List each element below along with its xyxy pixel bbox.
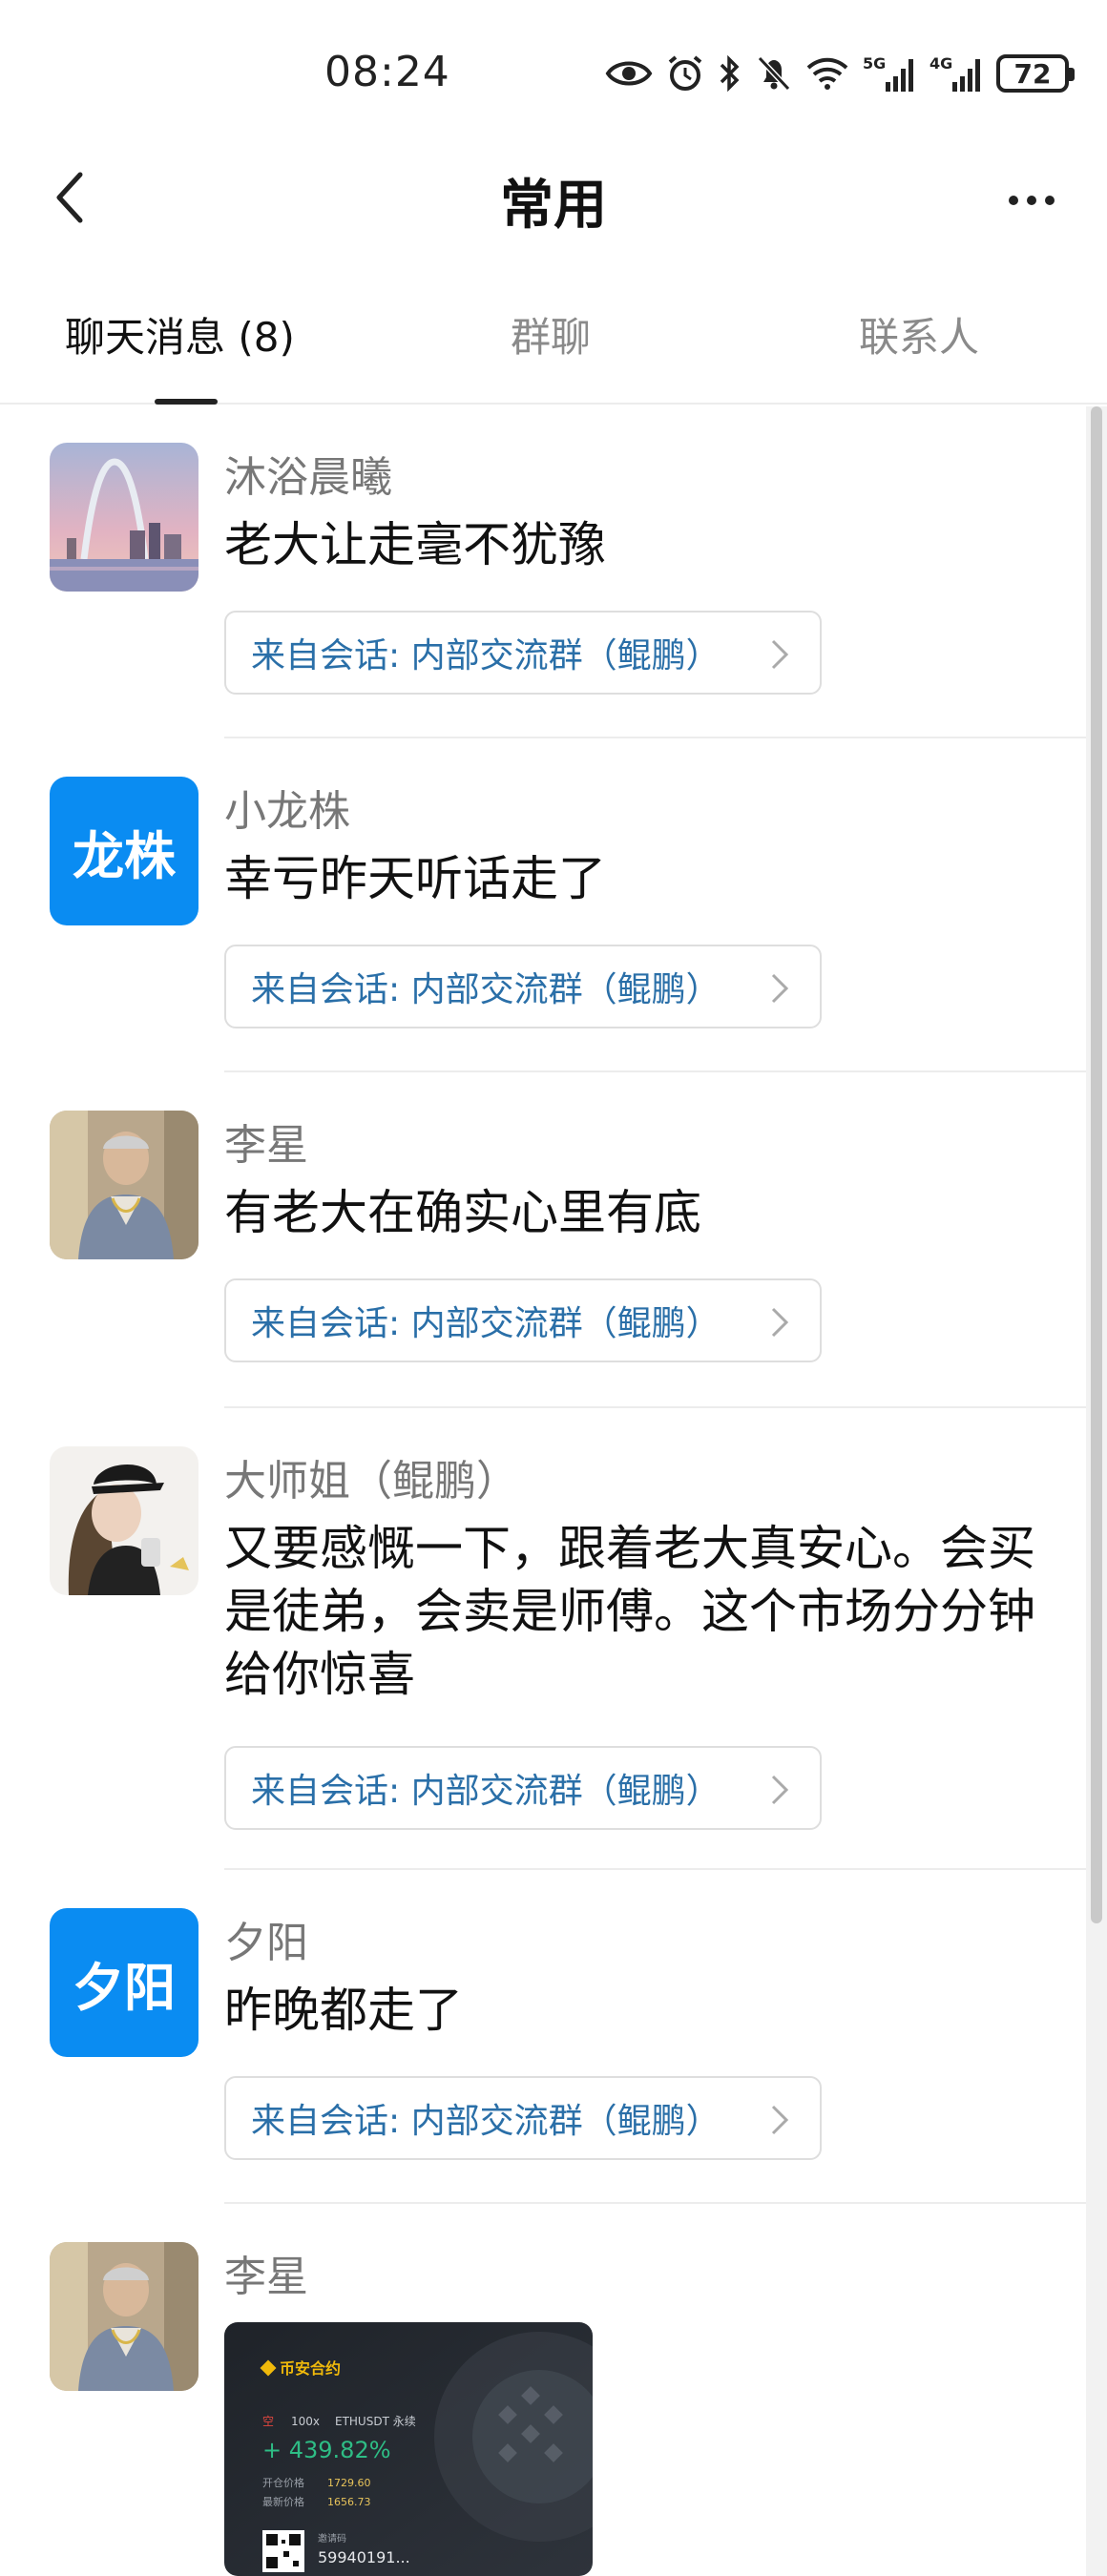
chevron-right-icon: [771, 2105, 789, 2135]
battery-level: 72: [1013, 57, 1052, 90]
active-tab-indicator: [155, 399, 218, 405]
tab-chat-messages[interactable]: 聊天消息 (8): [65, 305, 295, 364]
svg-text:4G: 4G: [929, 54, 952, 73]
mute-bell-icon: [757, 55, 791, 92]
svg-text:5G: 5G: [863, 54, 886, 73]
source-chip-label: 来自会话: 内部交流群（鲲鹏）: [251, 1772, 721, 1811]
eye-icon: [605, 61, 653, 86]
more-dot: [1045, 196, 1055, 205]
list-item[interactable]: 沐浴晨曦 老大让走毫不犹豫 来自会话: 内部交流群（鲲鹏）: [0, 406, 1086, 738]
more-dots-icon: [1009, 196, 1018, 205]
list-item[interactable]: 大师姐（鲲鹏） 又要感慨一下，跟着老大真安心。会买是徒弟，会卖是师傅。这个市场分…: [0, 1410, 1086, 1870]
sender-name: 李星: [224, 2253, 308, 2301]
card-pair: ETHUSDT 永续: [335, 2415, 416, 2428]
sender-name: 夕阳: [224, 1919, 308, 1967]
sender-name: 李星: [224, 1121, 308, 1170]
source-chip[interactable]: 来自会话: 内部交流群（鲲鹏）: [224, 945, 822, 1028]
avatar[interactable]: [50, 1446, 198, 1595]
message-text: 老大让走毫不犹豫: [224, 517, 606, 572]
source-chip-label: 来自会话: 内部交流群（鲲鹏）: [251, 636, 721, 675]
divider: [224, 1070, 1086, 1072]
card-last-price: 1656.73: [327, 2496, 371, 2508]
avatar[interactable]: [50, 1111, 198, 1259]
card-brand: 币安合约: [280, 2359, 341, 2378]
chevron-right-icon: [771, 1307, 789, 1338]
message-text: 昨晚都走了: [224, 1983, 463, 2038]
message-text: 有老大在确实心里有底: [224, 1185, 701, 1240]
tab-contacts[interactable]: 联系人: [859, 305, 979, 364]
source-chip-label: 来自会话: 内部交流群（鲲鹏）: [251, 1304, 721, 1343]
card-referral-code: 59940191...: [318, 2548, 410, 2566]
divider: [224, 737, 1086, 738]
tab-bar: 聊天消息 (8) 群聊 联系人: [0, 286, 1107, 405]
scrollbar-thumb[interactable]: [1091, 406, 1102, 1923]
chevron-right-icon: [771, 639, 789, 670]
page-title: 常用: [500, 175, 607, 237]
card-pnl: + 439.82%: [262, 2437, 391, 2463]
bluetooth-icon: [720, 54, 740, 93]
source-chip[interactable]: 来自会话: 内部交流群（鲲鹏）: [224, 1746, 822, 1830]
scrollbar[interactable]: [1086, 406, 1107, 2576]
card-last-label: 最新价格: [262, 2495, 304, 2508]
source-chip-label: 来自会话: 内部交流群（鲲鹏）: [251, 2102, 721, 2141]
message-text: 又要感慨一下，跟着老大真安心。会买是徒弟，会卖是师傅。这个市场分分钟给你惊喜: [224, 1521, 1035, 1702]
signal-5g-icon: 5G: [863, 54, 913, 92]
sender-name: 大师姐（鲲鹏）: [224, 1457, 518, 1506]
card-position-tag: 空: [262, 2415, 274, 2428]
card-entry-label: 开仓价格: [262, 2476, 304, 2489]
source-chip[interactable]: 来自会话: 内部交流群（鲲鹏）: [224, 611, 822, 695]
header: 常用: [0, 143, 1107, 258]
sender-name: 小龙株: [224, 787, 350, 836]
divider: [224, 1868, 1086, 1870]
card-leverage: 100x: [291, 2415, 320, 2428]
list-item[interactable]: 夕阳 夕阳 昨晚都走了 来自会话: 内部交流群（鲲鹏）: [0, 1872, 1086, 2204]
more-button[interactable]: [998, 172, 1065, 229]
source-chip[interactable]: 来自会话: 内部交流群（鲲鹏）: [224, 1278, 822, 1362]
battery-icon: 72: [996, 54, 1075, 93]
sender-name: 沐浴晨曦: [224, 453, 392, 502]
avatar[interactable]: [50, 2242, 198, 2391]
list-item[interactable]: 龙株 小龙株 幸亏昨天听话走了 来自会话: 内部交流群（鲲鹏）: [0, 740, 1086, 1072]
source-chip-label: 来自会话: 内部交流群（鲲鹏）: [251, 970, 721, 1009]
list-item[interactable]: 李星 有老大在确实心里有底 来自会话: 内部交流群（鲲鹏）: [0, 1074, 1086, 1408]
status-icons: 5G 4G 72: [605, 53, 1075, 93]
divider: [224, 1406, 1086, 1408]
card-entry-price: 1729.60: [327, 2477, 371, 2489]
avatar[interactable]: 夕阳: [50, 1908, 198, 2057]
avatar[interactable]: [50, 443, 198, 592]
chevron-right-icon: [771, 1775, 789, 1805]
message-text: 幸亏昨天听话走了: [224, 851, 606, 906]
chevron-right-icon: [771, 973, 789, 1004]
card-referral-label: 邀请码: [318, 2532, 346, 2545]
tab-group-chats[interactable]: 群聊: [511, 305, 591, 364]
wifi-icon: [806, 57, 848, 90]
status-time: 08:24: [324, 48, 450, 96]
trade-card-image[interactable]: 币安合约 空 100x ETHUSDT 永续 + 439.82% 开仓价格 17…: [224, 2322, 593, 2576]
alarm-icon: [668, 55, 702, 91]
source-chip[interactable]: 来自会话: 内部交流群（鲲鹏）: [224, 2076, 822, 2160]
more-dot: [1027, 196, 1036, 205]
divider: [224, 2202, 1086, 2204]
avatar[interactable]: 龙株: [50, 777, 198, 925]
status-bar: 08:24 5G 4G 72: [0, 0, 1107, 143]
signal-4g-icon: 4G: [929, 54, 980, 92]
